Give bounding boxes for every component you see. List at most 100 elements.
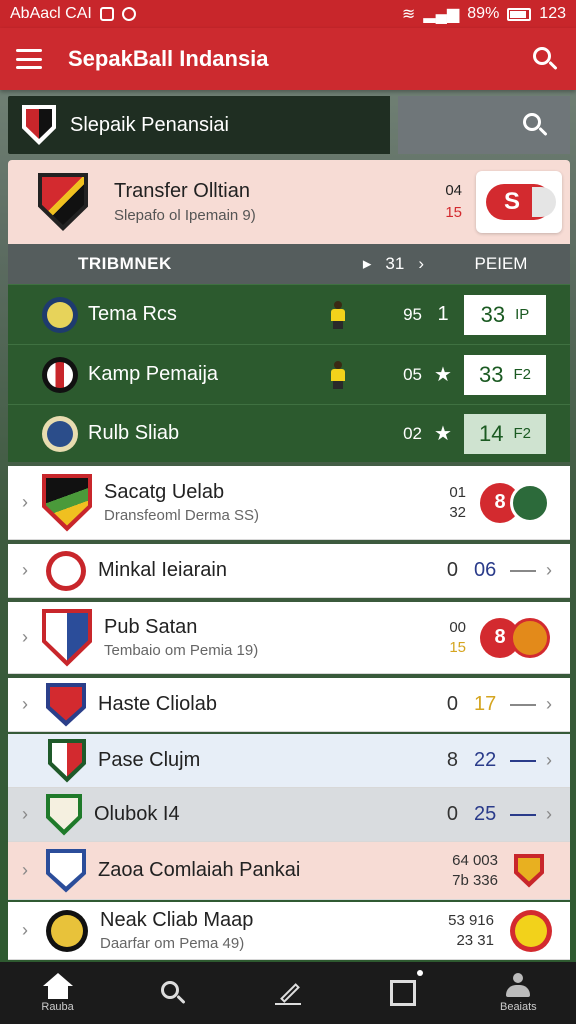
club-name: Pub Satan	[104, 616, 198, 638]
club-list-item[interactable]: › Zaoa Comlaiah Pankai 64 003 7b 336	[8, 842, 570, 900]
club-crest-icon	[46, 550, 86, 591]
club-num-bottom: 23 31	[456, 931, 494, 949]
club-list-item[interactable]: › Olubok I4 0 25 ›	[8, 788, 570, 842]
club-subtitle: Dransfeoml Derma SS)	[104, 507, 260, 524]
battery-icon	[507, 7, 532, 21]
transfer-title: Transfer Olltian	[114, 180, 250, 202]
club-name: Kamp Pemaija	[88, 363, 219, 385]
table-header-mid: 31	[385, 254, 405, 273]
player-icon	[330, 300, 346, 329]
match-badge: 8	[480, 482, 550, 523]
club-list-item[interactable]: › Minkal Ieiarain 0 06 ›	[8, 544, 570, 598]
search-button[interactable]	[398, 96, 570, 154]
search-icon	[158, 978, 188, 1008]
nav-edit[interactable]	[240, 962, 336, 1024]
club-list-item[interactable]: › Neak Cliab Maap Daarfar om Pema 49) 53…	[8, 902, 570, 960]
club-list-item[interactable]: › Pub Satan Tembaio om Pemia 19) 00 15 8	[8, 602, 570, 674]
nav-home-label: Rauba	[41, 1001, 74, 1013]
signal-icon: ▂▄▆	[423, 6, 460, 23]
score: 33	[480, 301, 506, 327]
club-num-bottom: 7b 336	[452, 871, 498, 889]
club-subtitle: Daarfar om Pema 49)	[100, 935, 245, 952]
star-icon: ★	[434, 364, 452, 386]
club-value-b: 17	[474, 693, 497, 715]
club-crest-icon	[42, 473, 92, 532]
club-crest-icon	[48, 738, 86, 783]
standing-num: 95	[403, 304, 422, 324]
chevron-right-icon: ›	[22, 492, 28, 512]
club-value-a: 0	[446, 693, 458, 715]
status-bar: AbAacl CAI ≋ ▂▄▆ 89% 123	[0, 0, 576, 28]
chevron-right-icon[interactable]: ›	[546, 560, 552, 581]
chevron-right-icon[interactable]: ▸	[363, 254, 372, 274]
club-crest-icon	[46, 909, 88, 952]
nav-search[interactable]	[125, 962, 221, 1024]
club-num-bottom: 32	[449, 503, 466, 521]
club-num-bottom: 15	[449, 638, 466, 656]
chevron-right-icon: ›	[22, 860, 28, 880]
menu-icon[interactable]	[16, 49, 42, 69]
club-name: Haste Cliolab	[98, 693, 217, 715]
transfer-badge[interactable]: S	[476, 171, 562, 233]
chevron-right-icon[interactable]: ›	[546, 750, 552, 771]
notification-icon	[99, 7, 114, 21]
club-value-b: 22	[474, 749, 497, 771]
club-crest-icon	[42, 415, 78, 452]
score: 33	[479, 361, 504, 387]
chevron-right-icon[interactable]: ›	[546, 694, 552, 715]
nav-profile[interactable]: Beaiats	[470, 962, 566, 1024]
edit-icon	[274, 980, 301, 1006]
status-left-text: AbAacl CAI	[10, 5, 92, 22]
club-name: Zaoa Comlaiah Pankai	[98, 859, 301, 881]
chevron-right-icon: ›	[22, 694, 28, 714]
club-crest-icon	[42, 608, 92, 667]
chevron-right-icon[interactable]: ›	[546, 804, 552, 825]
club-crest-icon	[46, 848, 86, 893]
score-box: 33 F2	[464, 354, 546, 395]
score: 14	[479, 420, 504, 446]
club-crest-icon	[46, 793, 82, 836]
club-name: Minkal Ieiarain	[98, 559, 227, 581]
transfer-num-bottom: 15	[445, 204, 462, 221]
club-num-top: 00	[449, 618, 466, 636]
club-subtitle: Tembaio om Pemia 19)	[104, 642, 259, 659]
table-header-right: PEIEM	[474, 254, 528, 273]
chevron-right-icon[interactable]: ›	[418, 254, 424, 274]
nav-profile-label: Beaiats	[499, 1001, 537, 1013]
standings-row[interactable]: Rulb Sliab 02 ★ 14 F2	[8, 404, 570, 462]
club-value-a: 0	[446, 559, 458, 581]
chevron-right-icon: ›	[22, 920, 28, 940]
club-value-a: 8	[446, 749, 458, 771]
league-selector[interactable]: Slepaik Penansiai	[8, 96, 391, 154]
club-crest-icon	[42, 356, 78, 393]
standing-num: 02	[403, 423, 422, 443]
club-list-item[interactable]: Pase Clujm 8 22 ›	[8, 734, 570, 788]
standings-row[interactable]: Tema Rcs 95 1 33 IP	[8, 284, 570, 344]
club-num-top: 53 916	[448, 911, 494, 929]
club-name: Olubok I4	[94, 803, 180, 825]
search-icon[interactable]	[530, 44, 560, 74]
club-num-top: 64 003	[452, 851, 498, 869]
wifi-icon: ≋	[401, 6, 416, 23]
score-suffix: IP	[515, 306, 530, 323]
transfer-subtitle: Slepafo ol Ipemain 9)	[114, 207, 256, 224]
transfer-card[interactable]: Transfer Olltian Slepafo ol Ipemain 9) 0…	[8, 160, 570, 244]
club-list-item[interactable]: › Sacatg Uelab Dransfeoml Derma SS) 01 32…	[8, 466, 570, 540]
score-suffix: F2	[513, 425, 531, 442]
club-name: Rulb Sliab	[88, 422, 180, 444]
club-value-a: 0	[446, 803, 458, 825]
player-icon	[330, 360, 346, 389]
standings-row[interactable]: Kamp Pemaija 05 ★ 33 F2	[8, 344, 570, 404]
bottom-nav: Rauba Beaiats	[0, 962, 576, 1024]
nav-matches[interactable]	[355, 962, 451, 1024]
score-suffix: F2	[513, 366, 531, 383]
standing-num: 05	[403, 364, 422, 384]
club-num-top: 01	[449, 483, 466, 501]
transfer-num-top: 04	[445, 182, 462, 199]
chevron-right-icon: ›	[22, 627, 28, 647]
standing-mark: 1	[437, 303, 449, 325]
club-list-item[interactable]: › Haste Cliolab 0 17 ›	[8, 678, 570, 732]
nav-home[interactable]: Rauba	[10, 962, 106, 1024]
club-crest-icon	[46, 682, 86, 727]
star-icon: ★	[434, 423, 452, 445]
